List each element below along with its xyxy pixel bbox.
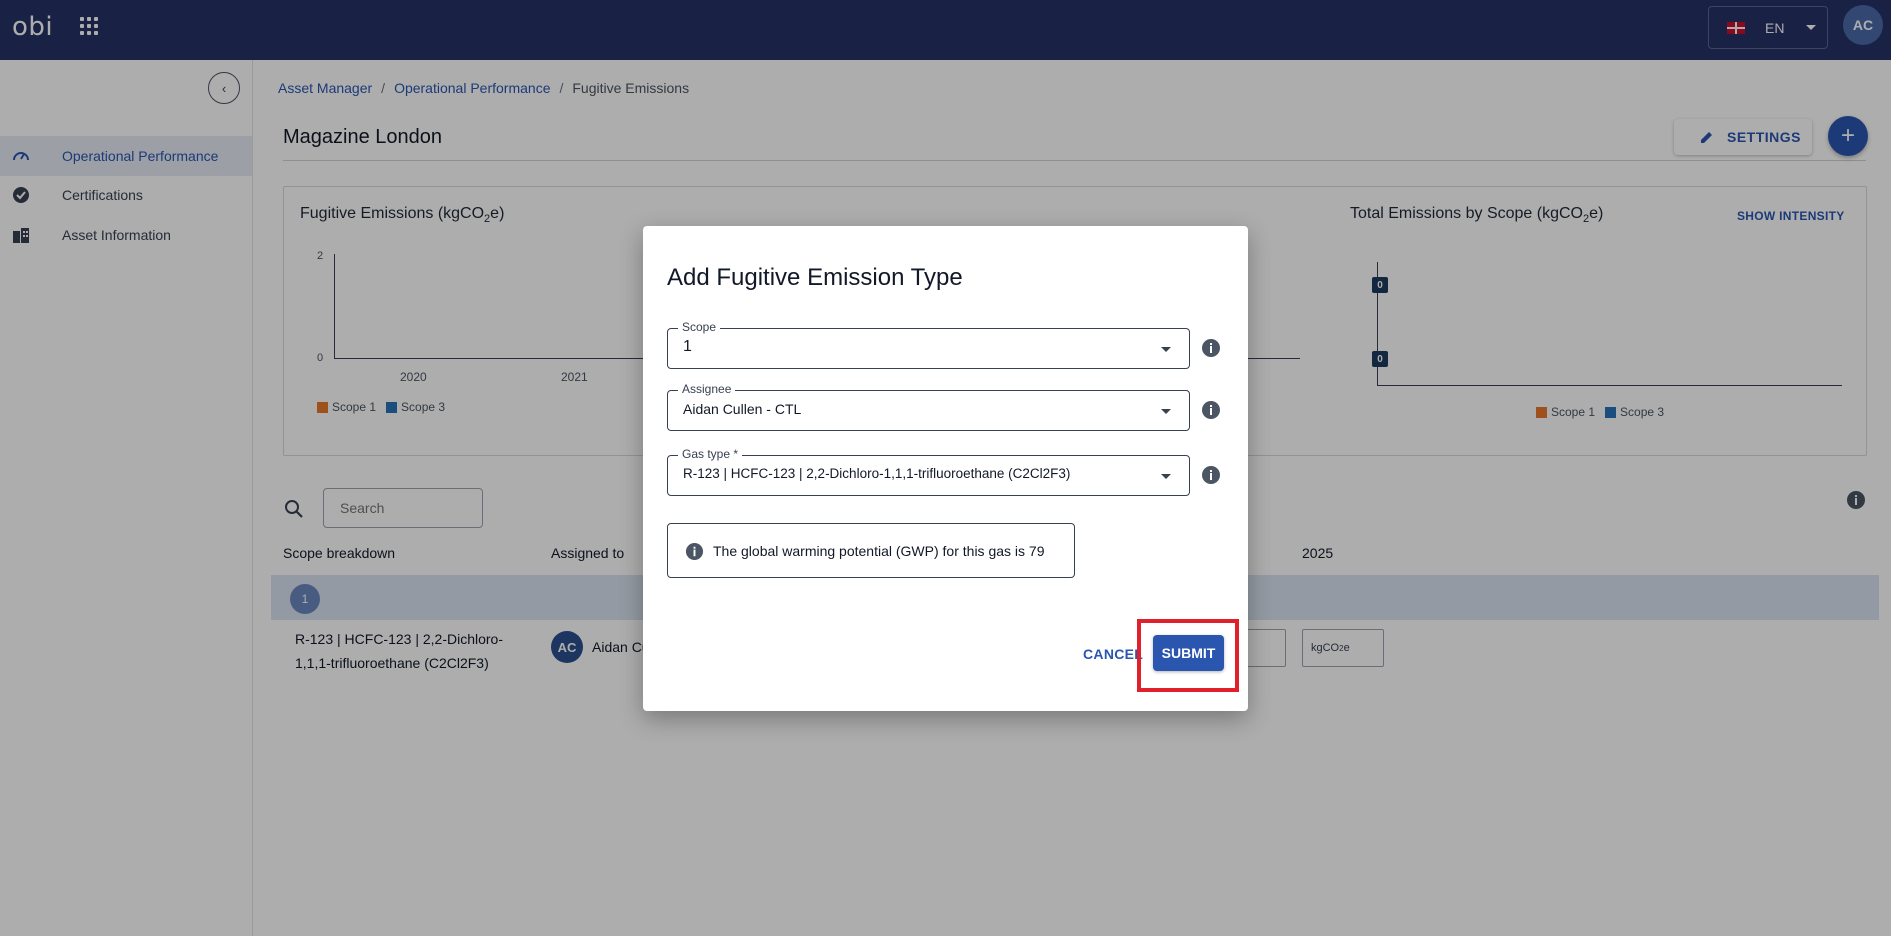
gas-type-value: R-123 | HCFC-123 | 2,2-Dichloro-1,1,1-tr… (683, 466, 1071, 481)
scope-select[interactable]: Scope 1 (667, 320, 1190, 369)
gas-type-select[interactable]: Gas type * R-123 | HCFC-123 | 2,2-Dichlo… (667, 447, 1190, 496)
caret-down-icon (1161, 347, 1171, 352)
cancel-button[interactable]: CANCEL (1083, 646, 1143, 662)
caret-down-icon (1161, 474, 1171, 479)
gwp-info-box: The global warming potential (GWP) for t… (667, 523, 1075, 578)
scope-value: 1 (683, 338, 692, 355)
dialog-title: Add Fugitive Emission Type (667, 264, 963, 291)
scope-label: Scope (678, 320, 721, 334)
gwp-text: The global warming potential (GWP) for t… (713, 543, 1045, 559)
info-icon[interactable] (1201, 338, 1221, 358)
assignee-label: Assignee (678, 382, 736, 396)
info-icon[interactable] (1201, 465, 1221, 485)
assignee-select[interactable]: Assignee Aidan Cullen - CTL (667, 382, 1190, 431)
info-icon (685, 542, 704, 561)
caret-down-icon (1161, 409, 1171, 414)
assignee-value: Aidan Cullen - CTL (683, 401, 802, 417)
info-icon[interactable] (1201, 400, 1221, 420)
gas-type-label: Gas type * (678, 447, 743, 461)
submit-highlight-annotation (1137, 619, 1239, 692)
